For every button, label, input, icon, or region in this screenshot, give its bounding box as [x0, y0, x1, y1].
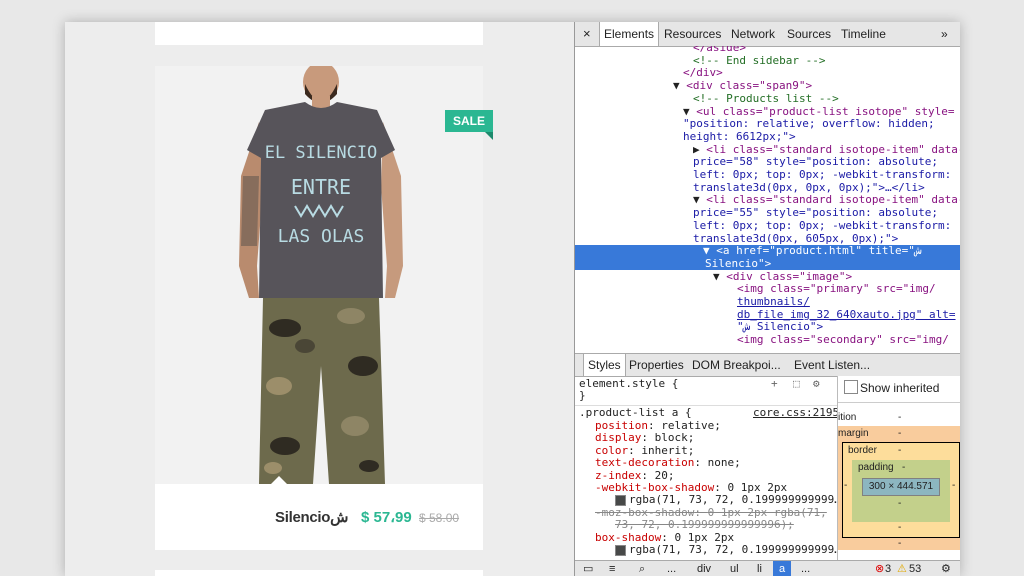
shirt-text-2: ENTRE: [291, 175, 351, 199]
position-label: ition: [838, 412, 857, 423]
tab-resources[interactable]: Resources: [664, 22, 721, 46]
error-icon[interactable]: ⊗: [875, 561, 884, 576]
card-caret: [270, 476, 288, 485]
warning-icon[interactable]: ⚠: [897, 561, 907, 576]
model-illustration: EL SILENCIO ENTRE LAS OLAS: [155, 66, 483, 484]
border-top-value: -: [898, 445, 902, 456]
styles-tabbar: Styles Properties DOM Breakpoi... Event …: [575, 353, 960, 377]
metrics-divider: [838, 402, 960, 403]
close-icon[interactable]: ×: [583, 22, 591, 46]
border-label: border: [848, 445, 877, 456]
tab-timeline[interactable]: Timeline: [841, 22, 886, 46]
tab-dom-breakpoints[interactable]: DOM Breakpoi...: [692, 354, 781, 376]
shirt-text-3: LAS OLAS: [278, 226, 365, 247]
product-old-price: $ 58.00: [419, 511, 460, 525]
dom-line[interactable]: <!-- End sidebar -->: [693, 54, 960, 68]
console-icon[interactable]: ≡: [609, 561, 615, 576]
product-card-next[interactable]: [155, 570, 483, 576]
more-tabs-icon[interactable]: »: [941, 22, 948, 46]
element-state-icon[interactable]: ⬚: [793, 377, 800, 390]
dom-tree: </aside> <!-- End sidebar --> </div> ▼ <…: [575, 46, 960, 353]
devtools-panel: × Elements Resources Network Sources Tim…: [574, 22, 960, 576]
padding-top-value: -: [902, 462, 906, 473]
margin-top-value: -: [898, 428, 902, 439]
product-card-previous[interactable]: [155, 22, 483, 45]
css-declaration-cont: rgba(71, 73, 72, 0.199999999999…: [615, 543, 837, 556]
product-name[interactable]: Silencioش: [275, 508, 349, 526]
padding-label: padding: [858, 462, 894, 473]
padding-bottom-value: -: [898, 498, 902, 509]
gear-icon[interactable]: ⚙: [813, 377, 820, 390]
tab-event-listeners[interactable]: Event Listen...: [794, 354, 870, 376]
devtools-status-bar: ▭ ≡ ⌕ ... div ul li a ... ⊗ 3 ⚠ 53 ⚙: [575, 560, 960, 576]
breadcrumb-ellipsis-end[interactable]: ...: [801, 561, 810, 576]
color-swatch[interactable]: [615, 494, 626, 506]
element-style-close: }: [579, 389, 586, 402]
position-value: -: [898, 412, 902, 423]
breadcrumb-a[interactable]: a: [773, 561, 792, 576]
product-price: $ 57،99: [361, 509, 412, 526]
tab-styles[interactable]: Styles: [583, 354, 626, 376]
browser-window: EL SILENCIO ENTRE LAS OLAS SALE Silencio…: [65, 22, 960, 576]
tab-properties[interactable]: Properties: [629, 354, 684, 376]
sale-badge: SALE: [445, 110, 493, 140]
color-swatch[interactable]: [615, 544, 626, 556]
search-icon[interactable]: ⌕: [639, 561, 645, 576]
margin-left-value: -: [844, 480, 848, 491]
product-photo[interactable]: EL SILENCIO ENTRE LAS OLAS: [155, 66, 483, 484]
warning-count[interactable]: 53: [909, 561, 921, 576]
content-box[interactable]: 300 × 444.571: [862, 478, 940, 496]
error-count[interactable]: 3: [885, 561, 891, 576]
devtools-tabbar: × Elements Resources Network Sources Tim…: [575, 22, 960, 47]
dom-line[interactable]: <img class="secondary" src="img/: [737, 333, 960, 347]
border-bottom-value: -: [898, 522, 902, 533]
tab-sources[interactable]: Sources: [787, 22, 831, 46]
show-inherited-checkbox[interactable]: [844, 380, 858, 394]
margin-label: margin: [838, 428, 869, 439]
breadcrumb-div[interactable]: div: [697, 561, 711, 576]
styles-pane: element.style { + ⬚ ⚙ } .product-list a …: [575, 376, 837, 560]
breadcrumb-ul[interactable]: ul: [730, 561, 739, 576]
metrics-pane: Show inherited ition - margin - border -…: [837, 376, 960, 560]
tab-network[interactable]: Network: [731, 22, 775, 46]
product-card[interactable]: EL SILENCIO ENTRE LAS OLAS: [155, 66, 483, 550]
shop-page: EL SILENCIO ENTRE LAS OLAS SALE Silencio…: [65, 22, 574, 576]
element-style-selector[interactable]: element.style {: [579, 377, 678, 390]
settings-gear-icon[interactable]: ⚙: [941, 561, 951, 576]
breadcrumb-ellipsis[interactable]: ...: [667, 561, 676, 576]
show-inherited-label: Show inherited: [860, 381, 940, 395]
margin-right-value: -: [952, 480, 956, 491]
breadcrumb-li[interactable]: li: [757, 561, 762, 576]
margin-bottom-value: -: [898, 538, 902, 549]
rule-source-link[interactable]: core.css:2195: [753, 406, 837, 419]
add-rule-icon[interactable]: +: [771, 377, 778, 390]
shirt-text-1: EL SILENCIO: [265, 143, 378, 163]
tab-elements[interactable]: Elements: [599, 22, 660, 46]
rule-selector[interactable]: .product-list a {: [579, 406, 692, 419]
dock-icon[interactable]: ▭: [583, 561, 593, 576]
